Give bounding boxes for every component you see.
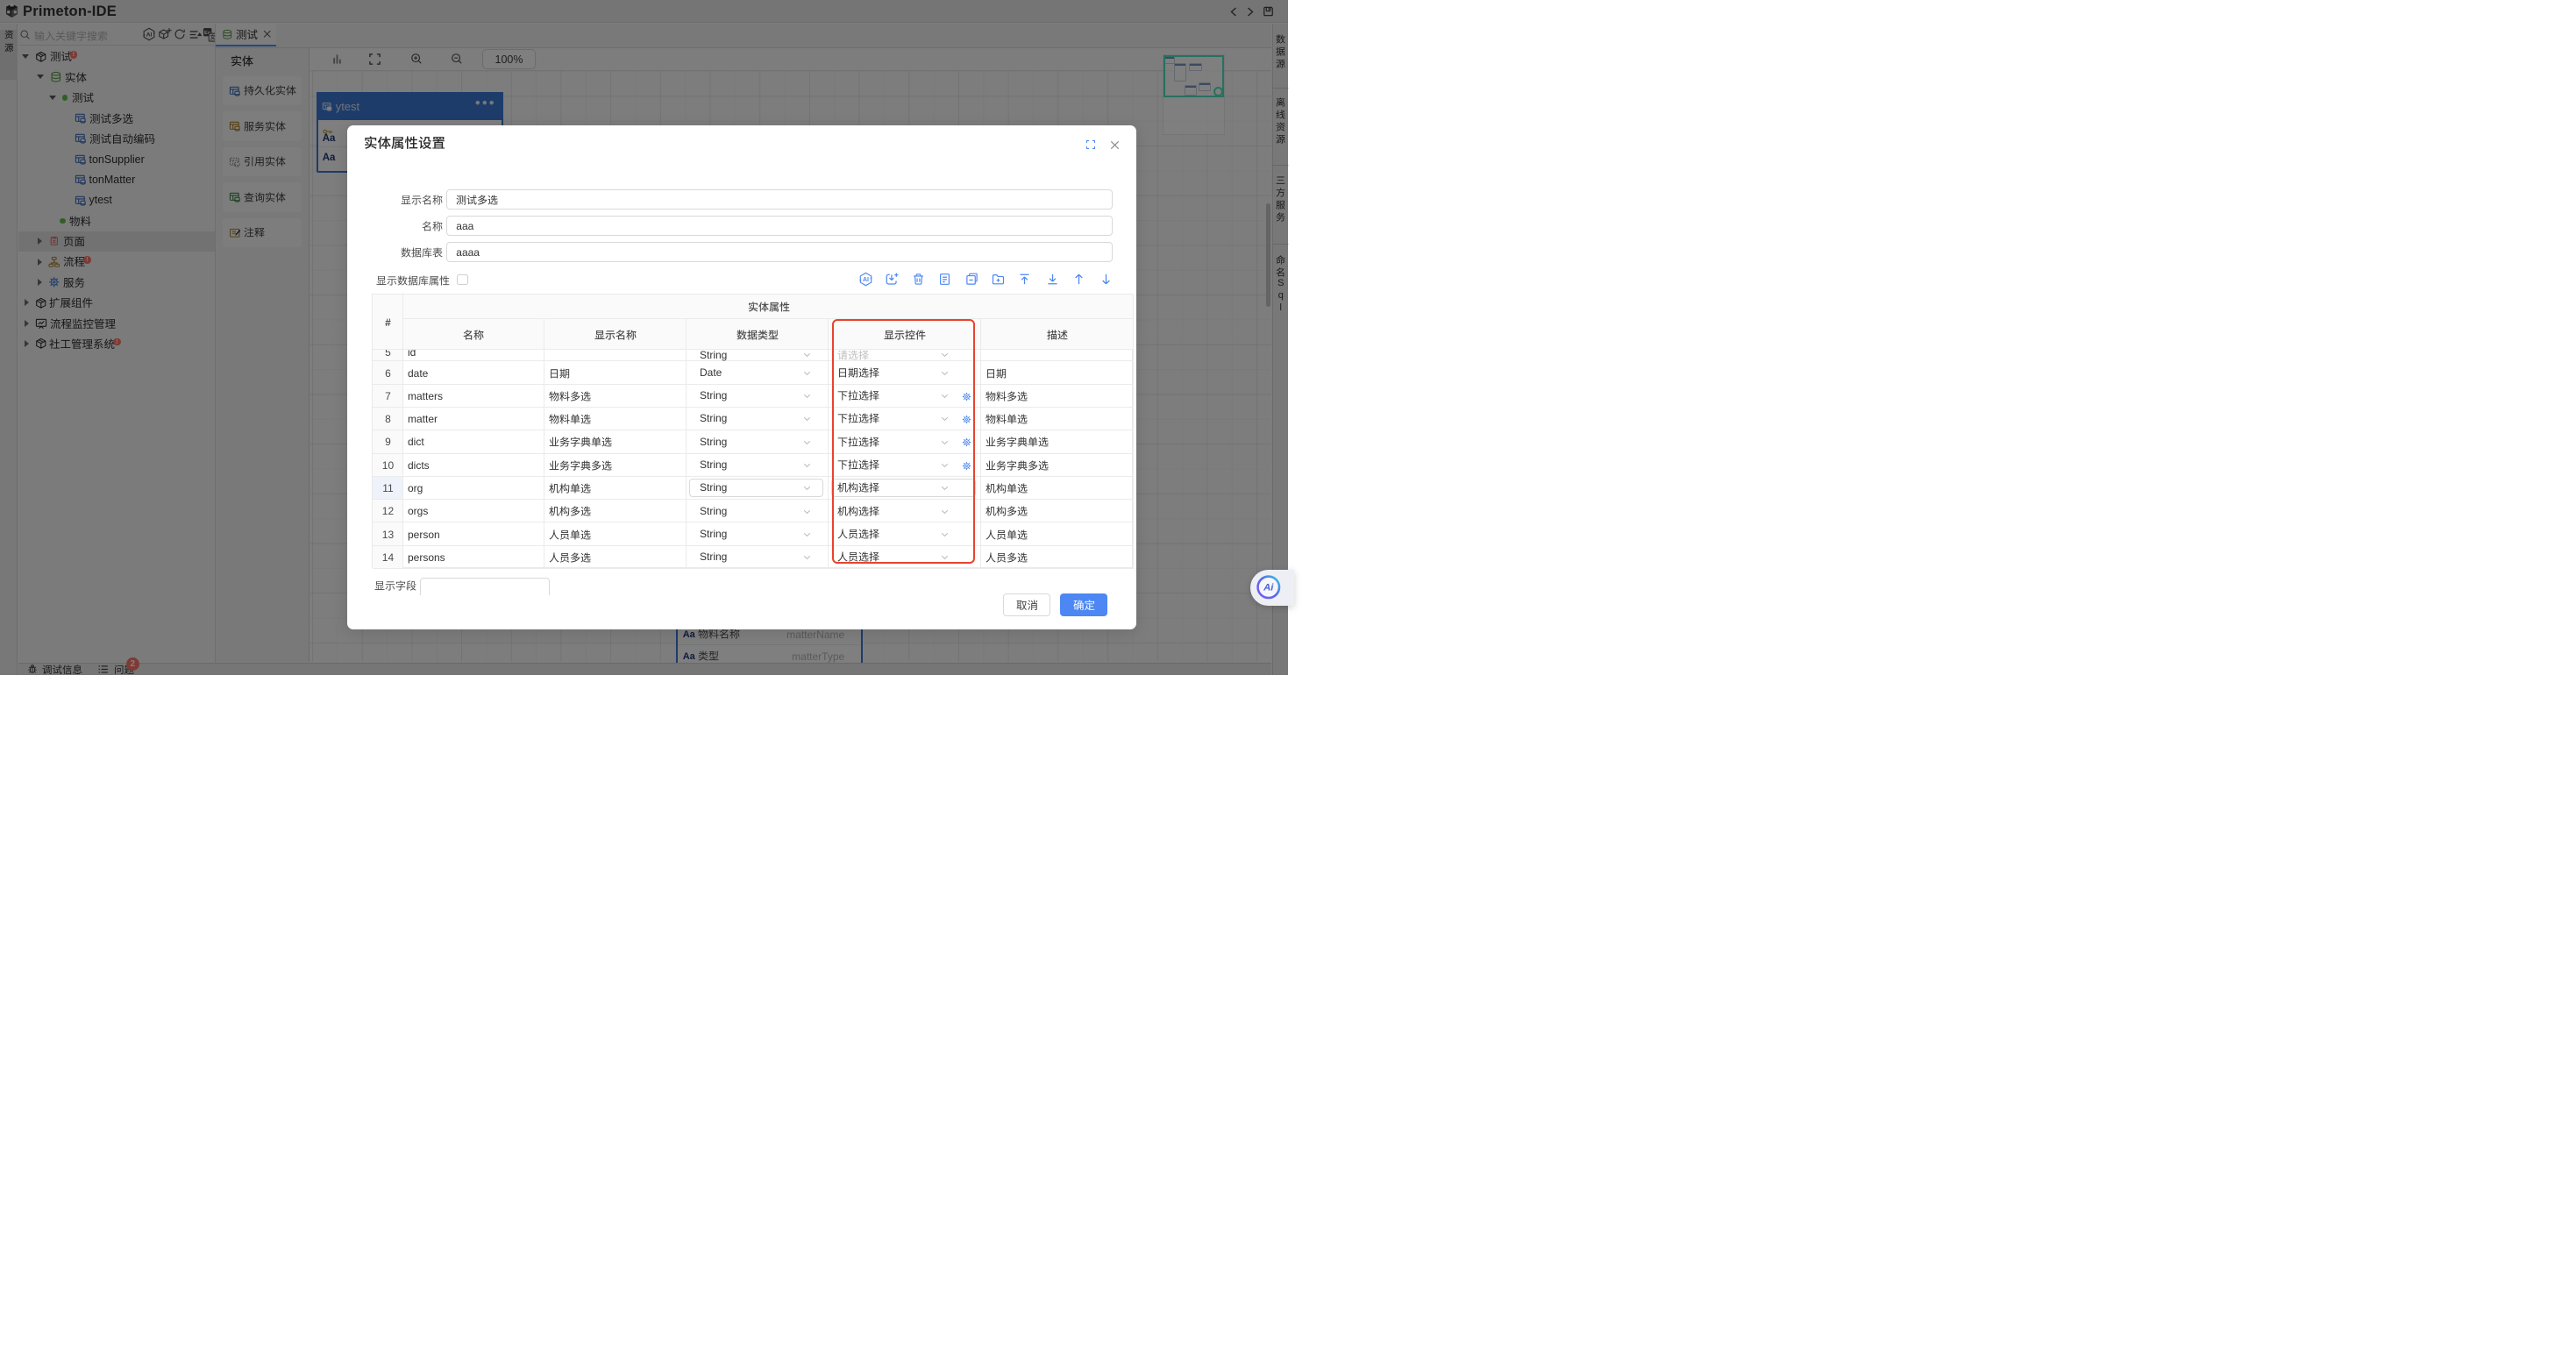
svg-text:Ai: Ai: [1263, 583, 1274, 593]
